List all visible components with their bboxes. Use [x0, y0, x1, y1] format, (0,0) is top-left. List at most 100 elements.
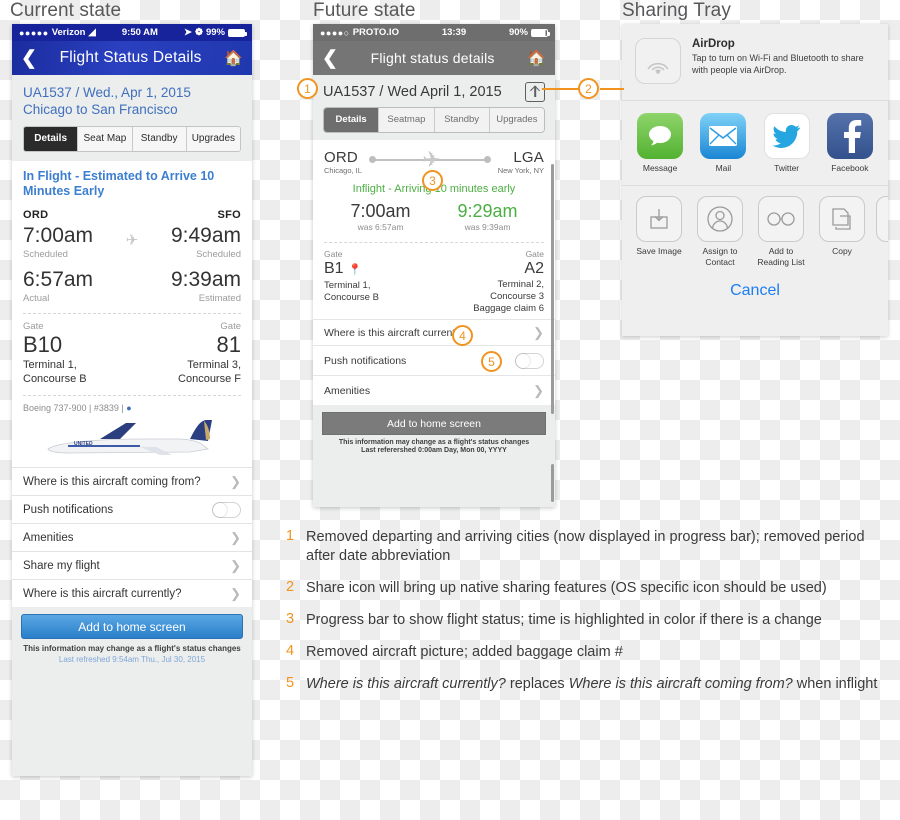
tab-seatmap[interactable]: Seatmap: [378, 108, 434, 132]
chevron-right-icon: ❯: [533, 382, 544, 398]
aircraft-info-text: Boeing 737-900 | #3839 |: [23, 403, 124, 413]
united-globe-icon: ●: [126, 403, 132, 413]
airdrop-title: AirDrop: [692, 38, 735, 50]
map-pin-icon[interactable]: 📍: [348, 264, 362, 276]
list-label: Amenities: [23, 531, 74, 544]
wifi-icon: ◢: [88, 27, 96, 38]
push-notifications-toggle[interactable]: [212, 501, 241, 518]
section-title-sharing-tray: Sharing Tray: [622, 0, 731, 21]
list-item-aircraft-coming-from[interactable]: Where is this aircraft coming from? ❯: [12, 467, 252, 495]
signal-dots-icon: ●●●●○: [320, 27, 350, 38]
list-label: Amenities: [324, 384, 371, 397]
tab-standby[interactable]: Standby: [433, 108, 489, 132]
tab-upgrades[interactable]: Upgrades: [488, 108, 544, 132]
list-item-aircraft-currently[interactable]: Where is this aircraft currently? ❯: [313, 319, 555, 345]
list-label: Where is this aircraft currently?: [23, 587, 182, 600]
note-text: Where is this aircraft currently? replac…: [306, 676, 878, 692]
action-save-image[interactable]: Save Image: [632, 196, 686, 268]
action-add-to-reading-list[interactable]: Add to Reading List: [754, 196, 808, 268]
nav-title-future: Flight status details: [370, 50, 495, 66]
tab-standby[interactable]: Standby: [131, 127, 186, 151]
origin-gate-label: Gate: [23, 321, 44, 332]
home-icon[interactable]: 🏠: [527, 51, 546, 66]
glasses-icon: [758, 196, 804, 242]
battery-percent: 90%: [508, 27, 528, 38]
progress-origin-code: ORD: [324, 149, 358, 166]
progress-destination-city: New York, NY: [497, 166, 544, 175]
list-item-amenities[interactable]: Amenities ❯: [313, 375, 555, 405]
origin-gate-value: B10: [23, 332, 63, 357]
list-item-amenities[interactable]: Amenities ❯: [12, 523, 252, 551]
cancel-button[interactable]: Cancel: [622, 272, 888, 312]
note-number: 2: [286, 579, 295, 595]
list-item-share-my-flight[interactable]: Share my flight ❯: [12, 551, 252, 579]
action-label: Assign to Contact: [702, 246, 738, 267]
note-number: 5: [286, 675, 295, 691]
progress-track: ✈: [367, 147, 493, 172]
battery-icon: [531, 28, 550, 37]
add-to-home-screen-button[interactable]: Add to home screen: [21, 614, 243, 639]
status-bar-future: ●●●●○ PROTO.IO 13:39 90%: [313, 24, 555, 41]
battery-percent: 99%: [205, 27, 225, 38]
note-5: 5 Where is this aircraft currently? repl…: [286, 675, 896, 694]
list-item-push-notifications[interactable]: Push notifications: [313, 345, 555, 375]
progress-dot-origin: [368, 156, 376, 163]
home-icon[interactable]: 🏠: [224, 51, 243, 66]
share-app-label: Message: [642, 163, 678, 173]
callout-badge-5: 5: [481, 351, 502, 372]
back-chevron-left-icon[interactable]: ❮: [21, 49, 37, 68]
annotation-notes-list: 1 Removed departing and arriving cities …: [286, 528, 896, 707]
origin-time: 7:00am: [350, 201, 411, 221]
list-label: Where is this aircraft currently?: [324, 326, 469, 339]
action-partial[interactable]: [876, 196, 888, 268]
carrier-label: Verizon: [51, 27, 86, 38]
origin-gate-text: B1: [324, 260, 344, 277]
actual-times-row: 6:57am Actual 9:39am Estimated: [12, 260, 252, 304]
add-to-home-screen-button[interactable]: Add to home screen: [322, 412, 546, 435]
status-time: 13:39: [441, 27, 467, 38]
destination-was-time: was 9:39am: [464, 222, 511, 232]
tab-seat-map[interactable]: Seat Map: [77, 127, 132, 151]
share-app-twitter[interactable]: Twitter: [759, 113, 815, 173]
note-text: Removed departing and arriving cities (n…: [306, 529, 865, 564]
flight-status-headline: In Flight - Estimated to Arrive 10 Minut…: [23, 169, 215, 198]
tab-details[interactable]: Details: [324, 108, 379, 132]
back-chevron-left-icon[interactable]: ❮: [322, 49, 338, 68]
note-number: 1: [286, 528, 295, 544]
flight-meta-current: UA1537 / Wed., Apr 1, 2015 Chicago to Sa…: [12, 75, 252, 124]
action-assign-to-contact[interactable]: Assign to Contact: [693, 196, 747, 268]
status-bar-current: ●●●●● Verizon ◢ 9:50 AM ➤ ❁ 99%: [12, 24, 252, 41]
tab-upgrades[interactable]: Upgrades: [185, 127, 240, 151]
list-item-push-notifications[interactable]: Push notifications: [12, 495, 252, 523]
note-number: 4: [286, 643, 295, 659]
tab-details[interactable]: Details: [24, 127, 78, 151]
airdrop-icon: [635, 38, 681, 84]
note-text: Removed aircraft picture; added baggage …: [306, 644, 623, 660]
share-app-facebook[interactable]: Facebook: [822, 113, 878, 173]
share-app-message[interactable]: Message: [632, 113, 688, 173]
list-item-aircraft-currently[interactable]: Where is this aircraft currently? ❯: [12, 579, 252, 607]
destination-estimated-time: 9:39am: [170, 268, 241, 291]
signal-dots-icon: ●●●●●: [19, 27, 49, 38]
airdrop-section[interactable]: AirDrop Tap to turn on Wi-Fi and Bluetoo…: [622, 24, 888, 100]
aircraft-info: Boeing 737-900 | #3839 | ●: [12, 396, 252, 415]
note-number: 3: [286, 611, 295, 627]
push-notifications-toggle[interactable]: [515, 352, 544, 369]
origin-terminal: Terminal 1, Concourse B: [23, 359, 87, 385]
copy-pages-icon: [819, 196, 865, 242]
download-box-icon: [636, 196, 682, 242]
callout-badge-3: 3: [422, 170, 443, 191]
share-app-mail[interactable]: Mail: [695, 113, 751, 173]
share-app-label: Mail: [715, 163, 732, 173]
scrollbar-thumb[interactable]: [551, 164, 554, 414]
nav-bar-current: ❮ Flight Status Details 🏠: [12, 41, 252, 75]
action-copy[interactable]: Copy: [815, 196, 869, 268]
nav-bar-future: ❮ Flight status details 🏠: [313, 41, 555, 75]
future-state-phone: ●●●●○ PROTO.IO 13:39 90% ❮ Flight status…: [313, 24, 555, 507]
person-circle-icon: [697, 196, 743, 242]
share-up-icon[interactable]: [525, 82, 545, 102]
sharing-tray: AirDrop Tap to turn on Wi-Fi and Bluetoo…: [622, 24, 888, 336]
scrollbar-thumb-secondary[interactable]: [551, 464, 554, 502]
section-title-future: Future state: [313, 0, 416, 21]
tab-bar-future: Details Seatmap Standby Upgrades: [323, 107, 545, 133]
